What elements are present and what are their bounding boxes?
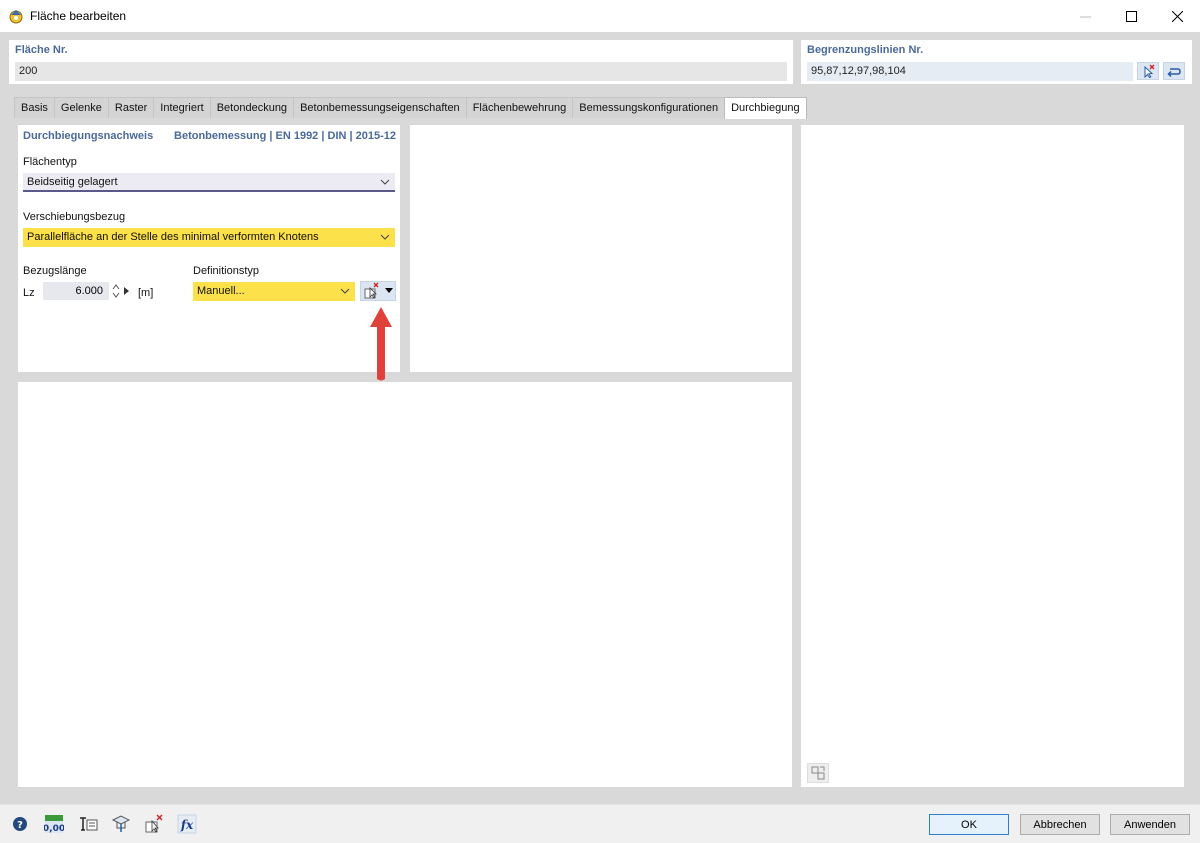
number-format-icon: 0,00 <box>44 815 64 834</box>
refresh-preview-button[interactable] <box>807 763 829 783</box>
formula-button[interactable]: fx <box>177 814 197 834</box>
svg-text:0,00: 0,00 <box>44 824 64 834</box>
tab-durchbiegung[interactable]: Durchbiegung <box>724 97 807 119</box>
boundary-lines-header: Begrenzungslinien Nr. <box>807 44 924 56</box>
ok-button[interactable]: OK <box>929 814 1009 835</box>
surface-no-field: 200 <box>15 62 787 81</box>
surface-type-label: Flächentyp <box>23 156 77 168</box>
lz-symbol: Lz <box>23 287 35 299</box>
svg-text:?: ? <box>17 820 23 831</box>
tab-integriert[interactable]: Integriert <box>153 97 211 118</box>
minimize-button[interactable] <box>1062 0 1108 32</box>
displacement-ref-label: Verschiebungsbezug <box>23 211 126 223</box>
help-icon: ? <box>13 817 27 831</box>
tab-betondeckung[interactable]: Betondeckung <box>209 97 295 118</box>
chevron-down-icon <box>380 234 390 240</box>
deflection-header: Durchbiegungsnachweis <box>23 130 154 142</box>
formula-icon: fx <box>177 814 197 834</box>
title-bar: Fläche bearbeiten <box>0 0 1200 32</box>
select-delete-icon <box>145 814 163 833</box>
app-icon <box>9 10 23 24</box>
model-view-icon <box>80 817 98 831</box>
displacement-ref-select[interactable]: Parallelfläche an der Stelle des minimal… <box>23 228 395 247</box>
standard-header: Betonbemessung | EN 1992 | DIN | 2015-12 <box>174 130 396 142</box>
surface-type-value: Beidseitig gelagert <box>27 176 118 188</box>
tab-flaechenbewehrung[interactable]: Flächenbewehrung <box>465 97 574 118</box>
spin-right-arrow-icon[interactable] <box>123 286 131 296</box>
tab-basis[interactable]: Basis <box>14 97 55 118</box>
cancel-button[interactable]: Abbrechen <box>1020 814 1100 835</box>
display-button[interactable] <box>111 814 131 834</box>
number-format-button[interactable]: 0,00 <box>44 814 64 834</box>
boundary-lines-field[interactable]: 95,87,12,97,98,104 <box>807 62 1133 81</box>
select-model-icon <box>364 282 379 299</box>
deflection-panel: Durchbiegungsnachweis Betonbemessung | E… <box>18 125 400 381</box>
lz-unit: [m] <box>138 287 154 299</box>
surface-type-select[interactable]: Beidseitig gelagert <box>23 173 395 192</box>
select-in-model-button[interactable] <box>360 281 396 301</box>
refresh-graphic-icon <box>811 766 825 780</box>
surface-no-panel: Fläche Nr. 200 <box>9 40 793 84</box>
tab-bar: Basis Gelenke Raster Integriert Betondec… <box>14 97 807 119</box>
display-icon <box>111 815 131 832</box>
dropdown-triangle-icon <box>385 288 393 293</box>
tab-gelenke[interactable]: Gelenke <box>53 97 109 118</box>
boundary-lines-panel: Begrenzungslinien Nr. 95,87,12,97,98,104 <box>801 40 1192 84</box>
surface-no-header: Fläche Nr. <box>15 44 68 56</box>
red-arrow-annotation <box>370 307 392 381</box>
pick-cursor-icon <box>1144 64 1155 78</box>
maximize-icon <box>1125 10 1137 22</box>
spin-updown-icon[interactable] <box>112 283 120 299</box>
definition-type-select[interactable]: Manuell... <box>193 282 355 301</box>
tab-betonbemessungseigenschaften[interactable]: Betonbemessungseigenschaften <box>293 97 467 118</box>
chevron-down-icon <box>380 179 390 185</box>
window-title: Fläche bearbeiten <box>30 9 127 23</box>
close-icon <box>1171 10 1183 22</box>
apply-button[interactable]: Anwenden <box>1110 814 1190 835</box>
select-delete-button[interactable] <box>144 814 164 834</box>
definition-type-value: Manuell... <box>197 285 245 297</box>
info-panel <box>18 382 792 787</box>
help-button[interactable]: ? <box>11 814 31 834</box>
svg-text:fx: fx <box>180 818 194 832</box>
graphic-panel <box>410 125 792 372</box>
tab-raster[interactable]: Raster <box>107 97 155 118</box>
close-button[interactable] <box>1154 0 1200 32</box>
lz-input[interactable]: 6.000 <box>43 282 109 300</box>
return-button[interactable] <box>1163 62 1185 80</box>
pick-lines-button[interactable] <box>1137 62 1159 80</box>
definition-type-label: Definitionstyp <box>193 265 260 277</box>
chevron-down-icon <box>340 288 350 294</box>
maximize-button[interactable] <box>1108 0 1154 32</box>
model-view-button[interactable] <box>78 814 98 834</box>
minimize-icon <box>1079 16 1091 17</box>
return-arrow-icon <box>1167 68 1181 78</box>
preview-panel <box>801 125 1184 787</box>
displacement-ref-value: Parallelfläche an der Stelle des minimal… <box>27 231 319 243</box>
tab-bemessungskonfigurationen[interactable]: Bemessungskonfigurationen <box>572 97 726 118</box>
ref-length-label: Bezugslänge <box>23 265 87 277</box>
